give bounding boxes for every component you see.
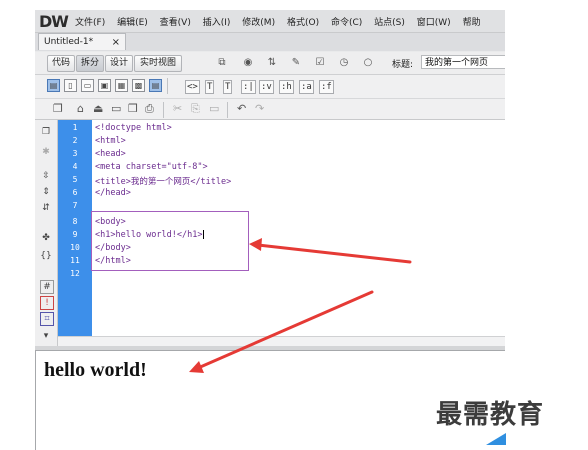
annotation-arrows — [189, 238, 412, 373]
watermark-text: 最需教育 — [436, 400, 545, 430]
arrow-to-output — [189, 290, 374, 373]
arrow-to-code — [249, 238, 412, 264]
watermark-logo — [486, 433, 506, 445]
